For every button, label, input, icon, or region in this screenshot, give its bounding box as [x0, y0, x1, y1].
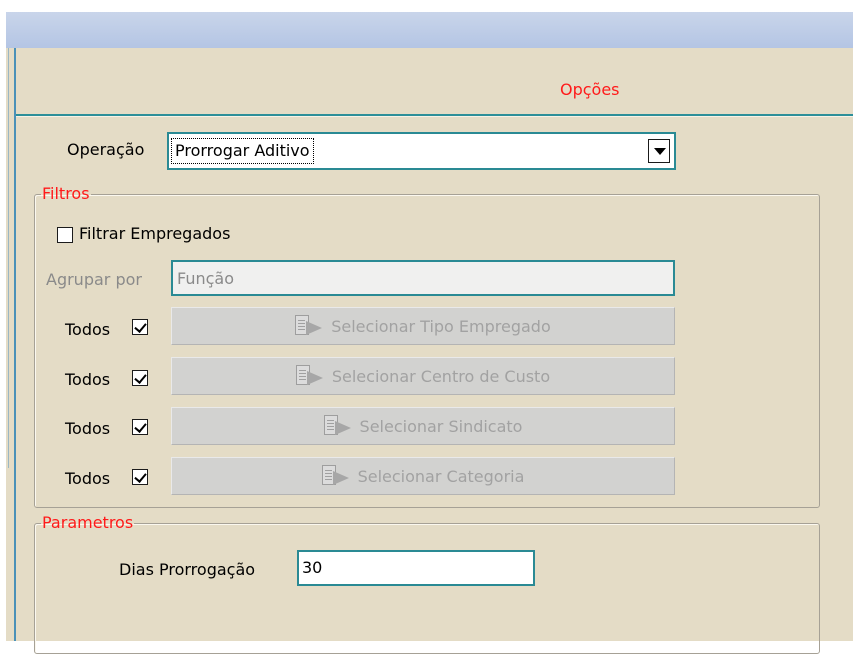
todos-label: Todos	[65, 370, 111, 389]
dias-prorrogacao-value: 30	[302, 558, 323, 577]
selecionar-centro-de-custo-button[interactable]: Selecionar Centro de Custo	[171, 357, 675, 395]
document-arrow-icon	[323, 415, 354, 437]
document-arrow-icon	[295, 365, 326, 387]
operacao-selected-value: Prorrogar Aditivo	[171, 138, 314, 164]
header-divider-highlight	[16, 116, 853, 117]
button-label: Selecionar Centro de Custo	[331, 366, 551, 386]
todos-label: Todos	[65, 469, 111, 488]
filtros-legend: Filtros	[42, 184, 90, 203]
page-title: Opções	[560, 80, 620, 99]
agrupar-por-value: Função	[177, 269, 234, 288]
todos-checkbox-categoria[interactable]	[132, 469, 148, 485]
selecionar-sindicato-button[interactable]: Selecionar Sindicato	[171, 407, 675, 445]
todos-checkbox-tipo-empregado[interactable]	[132, 319, 148, 335]
todos-label: Todos	[65, 320, 111, 339]
content-left-border	[14, 48, 16, 641]
button-label: Selecionar Tipo Empregado	[331, 316, 551, 336]
dias-prorrogacao-label: Dias Prorrogação	[119, 560, 256, 579]
left-frame-line	[8, 48, 9, 468]
document-arrow-icon	[295, 315, 325, 337]
filtrar-empregados-label[interactable]: Filtrar Empregados	[79, 224, 230, 243]
parametros-legend: Parametros	[42, 513, 134, 532]
agrupar-por-label: Agrupar por	[46, 270, 142, 289]
button-label: Selecionar Categoria	[357, 466, 525, 486]
selecionar-tipo-empregado-button[interactable]: Selecionar Tipo Empregado	[171, 307, 675, 345]
dias-prorrogacao-input[interactable]: 30	[297, 550, 535, 586]
selecionar-categoria-button[interactable]: Selecionar Categoria	[171, 457, 675, 495]
title-bar	[6, 12, 853, 48]
operacao-label: Operação	[67, 140, 145, 159]
operacao-select[interactable]: Prorrogar Aditivo	[167, 132, 676, 170]
button-label: Selecionar Sindicato	[359, 416, 523, 436]
todos-checkbox-centro-de-custo[interactable]	[132, 370, 148, 386]
document-arrow-icon	[321, 465, 352, 487]
todos-checkbox-sindicato[interactable]	[132, 419, 148, 435]
filtrar-empregados-checkbox[interactable]	[57, 227, 73, 243]
window-top-edge	[0, 0, 853, 12]
todos-label: Todos	[65, 419, 111, 438]
agrupar-por-field[interactable]: Função	[171, 260, 675, 296]
chevron-down-icon[interactable]	[648, 139, 670, 163]
